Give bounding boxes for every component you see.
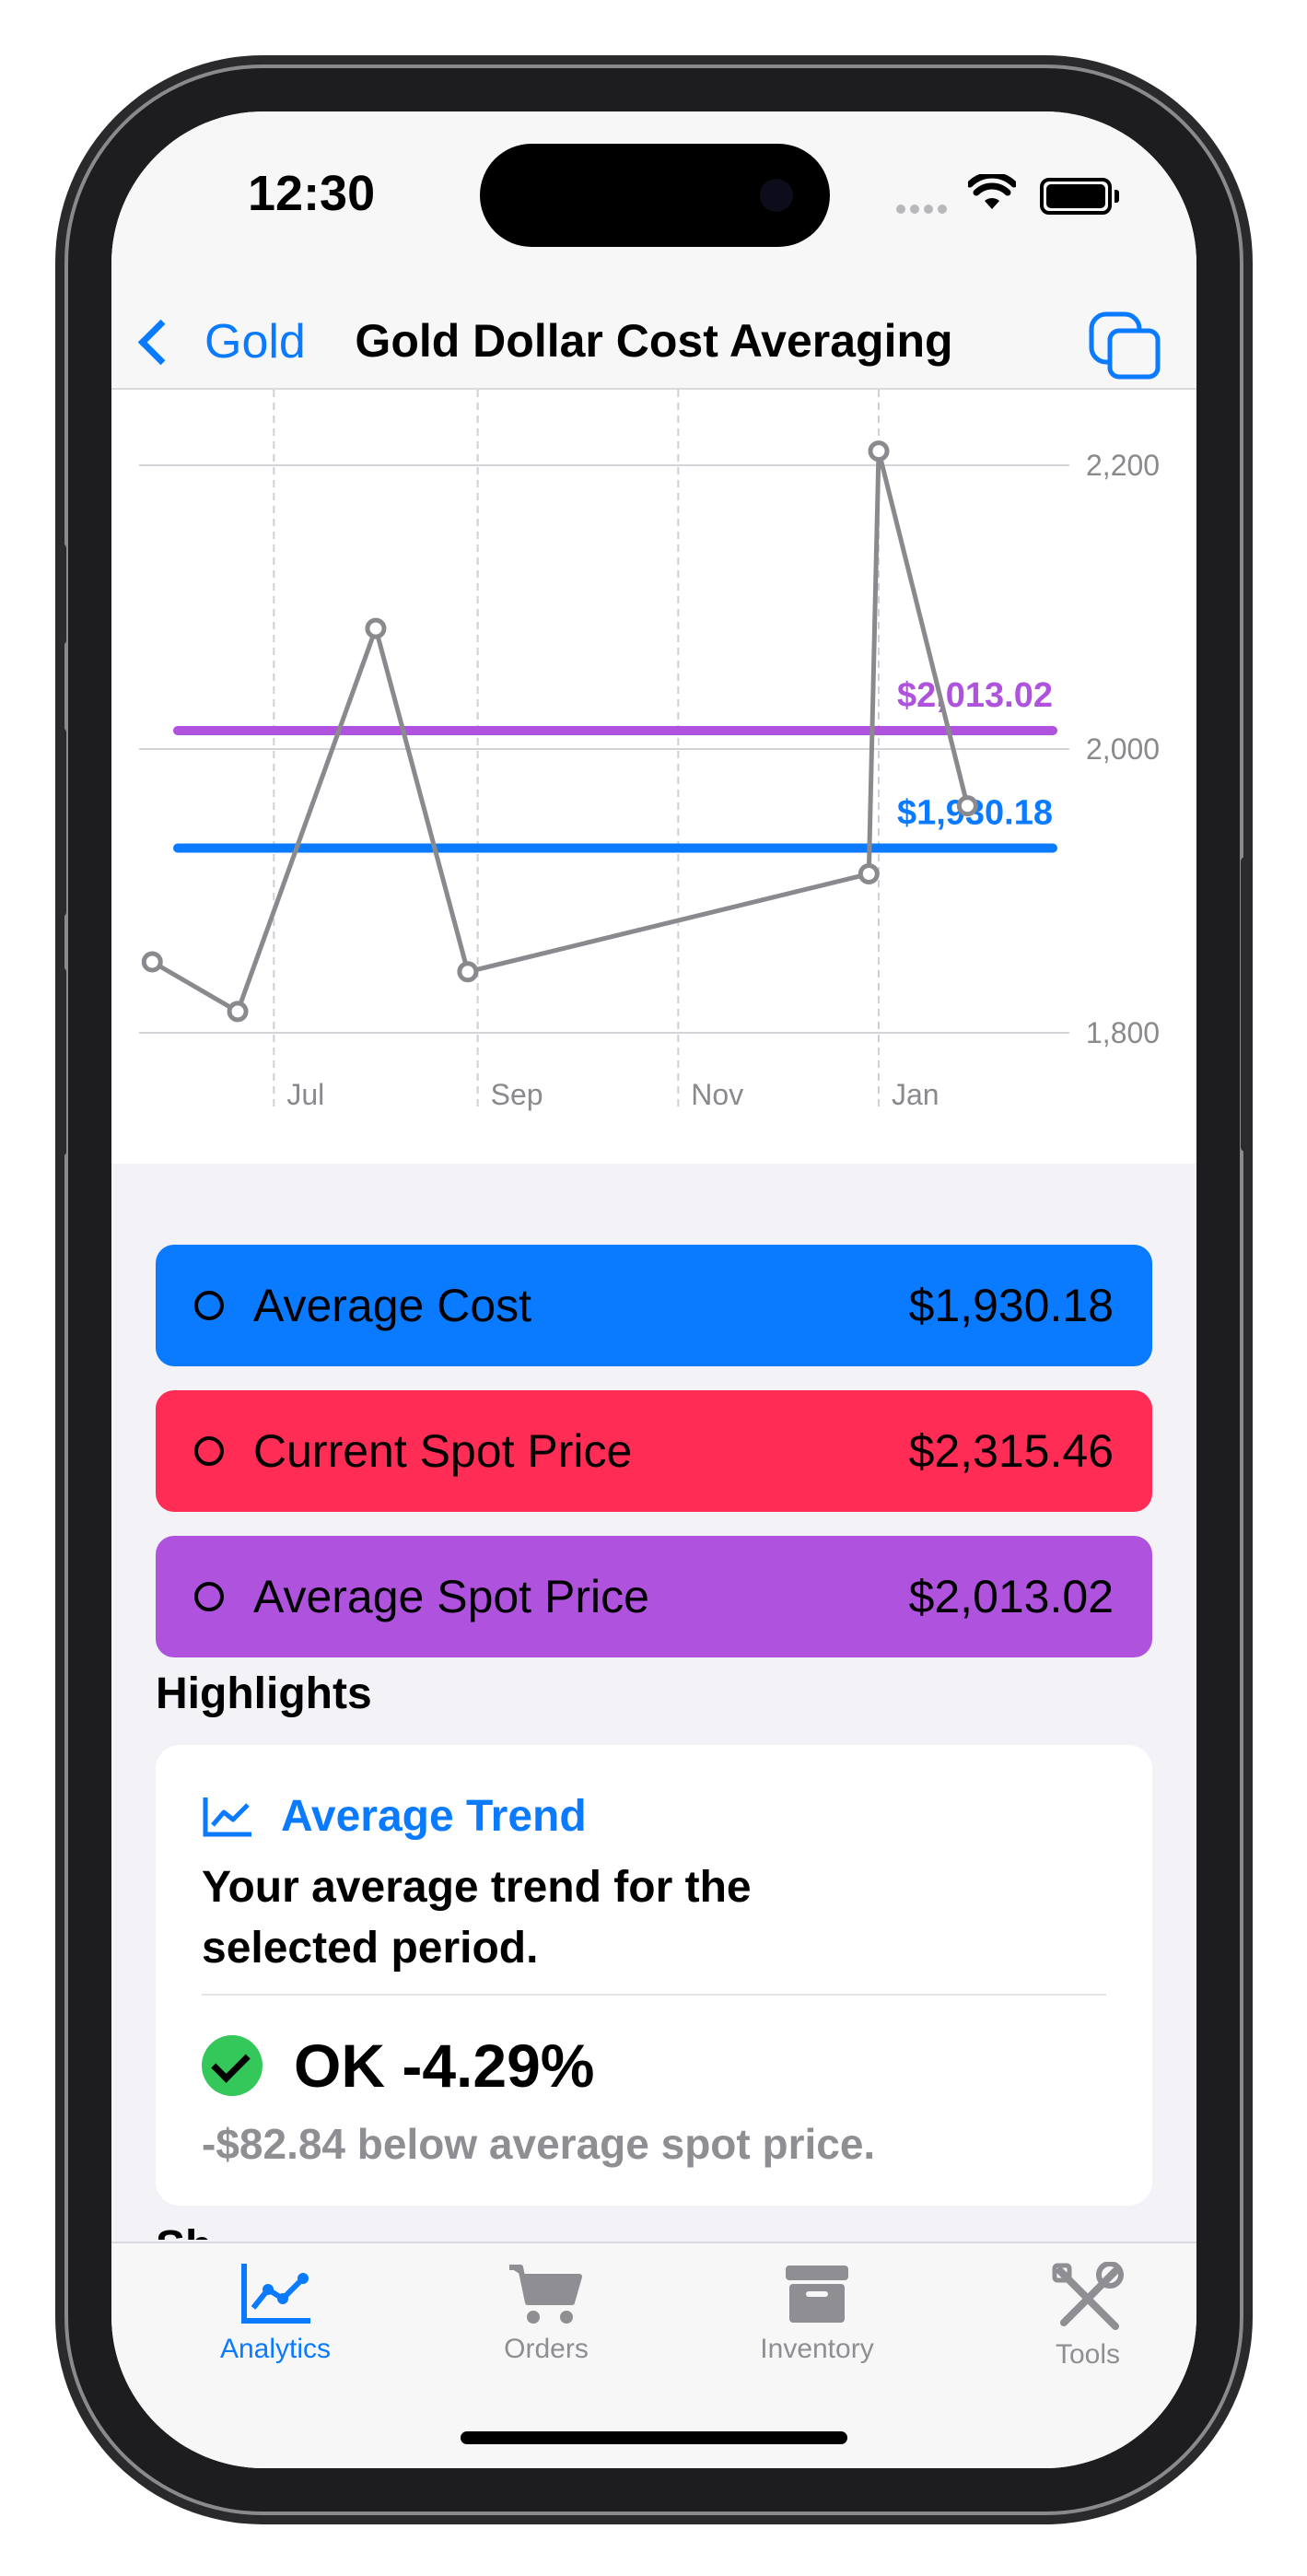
summary-label: Average Cost [253, 1280, 532, 1331]
tab-analytics[interactable]: Analytics [183, 2262, 368, 2365]
action-button [57, 544, 66, 645]
tab-label: Tools [1055, 2339, 1121, 2370]
tab-label: Orders [504, 2334, 589, 2364]
summary-cards: Average Cost $1,930.18 Current Spot Pric… [156, 1245, 1152, 1681]
cart-icon [509, 2265, 582, 2324]
divider [202, 1994, 1106, 1996]
summary-value: $1,930.18 [908, 1280, 1114, 1331]
average-trend-card[interactable]: Average Trend Your average trend for the… [156, 1745, 1152, 2206]
data-point [457, 961, 479, 983]
summary-card-average-spot: Average Spot Price $2,013.02 [156, 1536, 1152, 1657]
tools-icon [1052, 2262, 1124, 2330]
battery-icon [1040, 178, 1119, 215]
next-section-title: Sh [156, 2221, 211, 2240]
data-point [227, 1001, 249, 1023]
home-indicator [461, 2431, 847, 2444]
tab-inventory[interactable]: Inventory [725, 2262, 909, 2365]
summary-card-average-cost: Average Cost $1,930.18 [156, 1245, 1152, 1366]
x-tick-label: Jul [286, 1078, 324, 1111]
summary-label: Average Spot Price [253, 1571, 649, 1622]
page-title: Gold Dollar Cost Averaging [355, 315, 953, 367]
tab-tools[interactable]: Tools [996, 2262, 1180, 2371]
y-tick-label: 2,000 [1086, 732, 1160, 766]
x-tick-label: Jan [892, 1078, 939, 1111]
circle-icon [194, 1291, 224, 1320]
summary-value: $2,013.02 [908, 1571, 1114, 1622]
y-tick-label: 2,200 [1086, 449, 1160, 482]
x-tick-label: Sep [491, 1078, 543, 1111]
reference-line-label: $2,013.02 [897, 676, 1053, 715]
average-trend-description: Your average trend for the selected peri… [202, 1863, 752, 1973]
trend-subtext: -$82.84 below average spot price. [202, 2120, 876, 2168]
wifi-icon [968, 174, 1016, 209]
x-tick-label: Nov [691, 1078, 743, 1111]
circle-icon [194, 1436, 224, 1466]
trend-status-value: OK -4.29% [294, 2032, 595, 2100]
data-point [868, 440, 890, 463]
dynamic-island [480, 144, 830, 247]
data-point [365, 617, 387, 639]
price-chart[interactable]: 2,2002,0001,800JulSepNovJan$2,013.02$1,9… [111, 390, 1196, 1164]
summary-label: Current Spot Price [253, 1425, 633, 1477]
summary-value: $2,315.46 [908, 1425, 1114, 1477]
status-time: 12:30 [248, 166, 376, 221]
average-trend-heading: Average Trend [202, 1791, 587, 1842]
chart-svg: 2,2002,0001,800JulSepNovJan$2,013.02$1,9… [139, 390, 1160, 1111]
navigation-bar: Gold Gold Dollar Cost Averaging [111, 277, 1196, 390]
section-title-highlights: Highlights [156, 1669, 372, 1718]
data-point [956, 795, 978, 817]
tab-label: Inventory [760, 2334, 874, 2364]
copy-square-icon[interactable] [1088, 310, 1161, 381]
cellular-dots-icon [896, 202, 951, 218]
data-point [141, 951, 163, 973]
trend-status: OK -4.29% [202, 2031, 594, 2101]
y-tick-label: 1,800 [1086, 1016, 1160, 1049]
tab-label: Analytics [219, 2334, 332, 2364]
screen: 12:30 Gold Gold Dollar Cost Averaging 2,… [111, 111, 1196, 2468]
checkmark-circle-icon [202, 2035, 263, 2096]
volume-down-button [57, 967, 66, 1156]
average-trend-title: Average Trend [281, 1792, 587, 1841]
archive-box-icon [786, 2266, 848, 2323]
circle-icon [194, 1582, 224, 1611]
chart-icon [241, 2264, 310, 2324]
summary-card-current-spot: Current Spot Price $2,315.46 [156, 1390, 1152, 1512]
trend-chart-icon [203, 1797, 251, 1836]
data-point [858, 863, 880, 885]
power-button [1241, 857, 1250, 1152]
tab-orders[interactable]: Orders [454, 2262, 638, 2365]
volume-up-button [57, 728, 66, 917]
